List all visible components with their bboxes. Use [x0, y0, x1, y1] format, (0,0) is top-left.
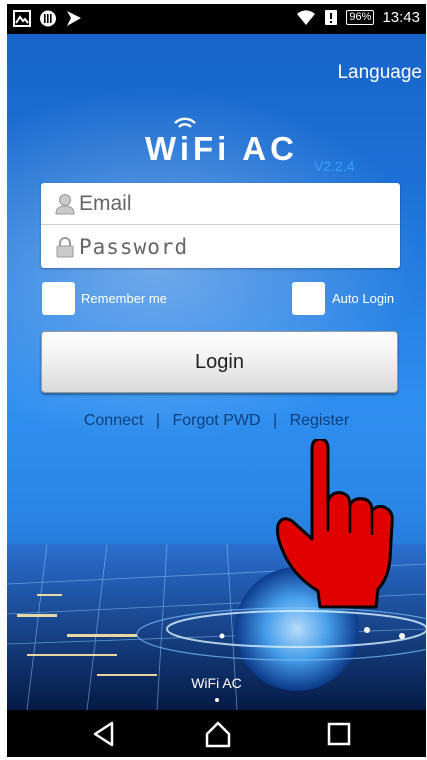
status-bar: 96% 13:43 [7, 4, 426, 34]
auth-links: Connect | Forgot PWD | Register [7, 412, 426, 430]
email-input[interactable] [79, 191, 379, 216]
home-icon[interactable] [204, 720, 232, 748]
app-logo: WiFi AC [145, 117, 298, 168]
signal-flag-icon [67, 11, 81, 26]
login-button[interactable]: Login [41, 331, 398, 393]
remember-me-checkbox[interactable] [42, 282, 75, 315]
navigation-bar [7, 710, 426, 757]
page-indicator-dot [215, 698, 219, 702]
register-link[interactable]: Register [290, 412, 350, 429]
battery-indicator: 96% [346, 10, 375, 25]
sim-alert-icon [325, 10, 338, 25]
recent-apps-icon[interactable] [325, 720, 353, 748]
forgot-pwd-link[interactable]: Forgot PWD [173, 412, 261, 429]
battery-percent: 96 [349, 11, 362, 23]
back-icon[interactable] [90, 720, 118, 748]
status-bar-right-icons: 96% 13:43 [296, 9, 420, 26]
gallery-notification-icon [13, 10, 31, 27]
status-bar-left-icons [13, 10, 83, 27]
phone-screen: 96% 13:43 Language WiFi AC V2.2.4 Email … [7, 4, 426, 757]
voicemail-icon [40, 10, 56, 27]
login-form [41, 183, 400, 268]
auto-login-label[interactable]: Auto Login [332, 291, 394, 306]
login-screen: Language WiFi AC V2.2.4 Email Remember m… [7, 34, 426, 710]
remember-me-label[interactable]: Remember me [81, 291, 167, 306]
wifi-logo-icon [174, 117, 196, 128]
email-field-row [41, 183, 400, 225]
wifi-signal-icon [297, 10, 316, 25]
auto-login-checkbox[interactable] [292, 282, 325, 315]
password-field-row [41, 226, 400, 268]
version-label: V2.2.4 [314, 158, 355, 174]
footer-app-name: WiFi AC [191, 675, 242, 691]
pointing-hand-icon [276, 439, 394, 609]
password-input[interactable] [79, 235, 379, 259]
user-icon [55, 193, 75, 214]
link-separator: | [155, 412, 161, 429]
clock: 13:43 [382, 9, 420, 26]
battery-unit: % [361, 11, 372, 23]
connect-link[interactable]: Connect [84, 412, 144, 429]
lock-icon [56, 237, 74, 258]
language-link[interactable]: Language [337, 62, 422, 84]
link-separator: | [272, 412, 278, 429]
app-logo-text: WiFi AC [145, 130, 298, 167]
